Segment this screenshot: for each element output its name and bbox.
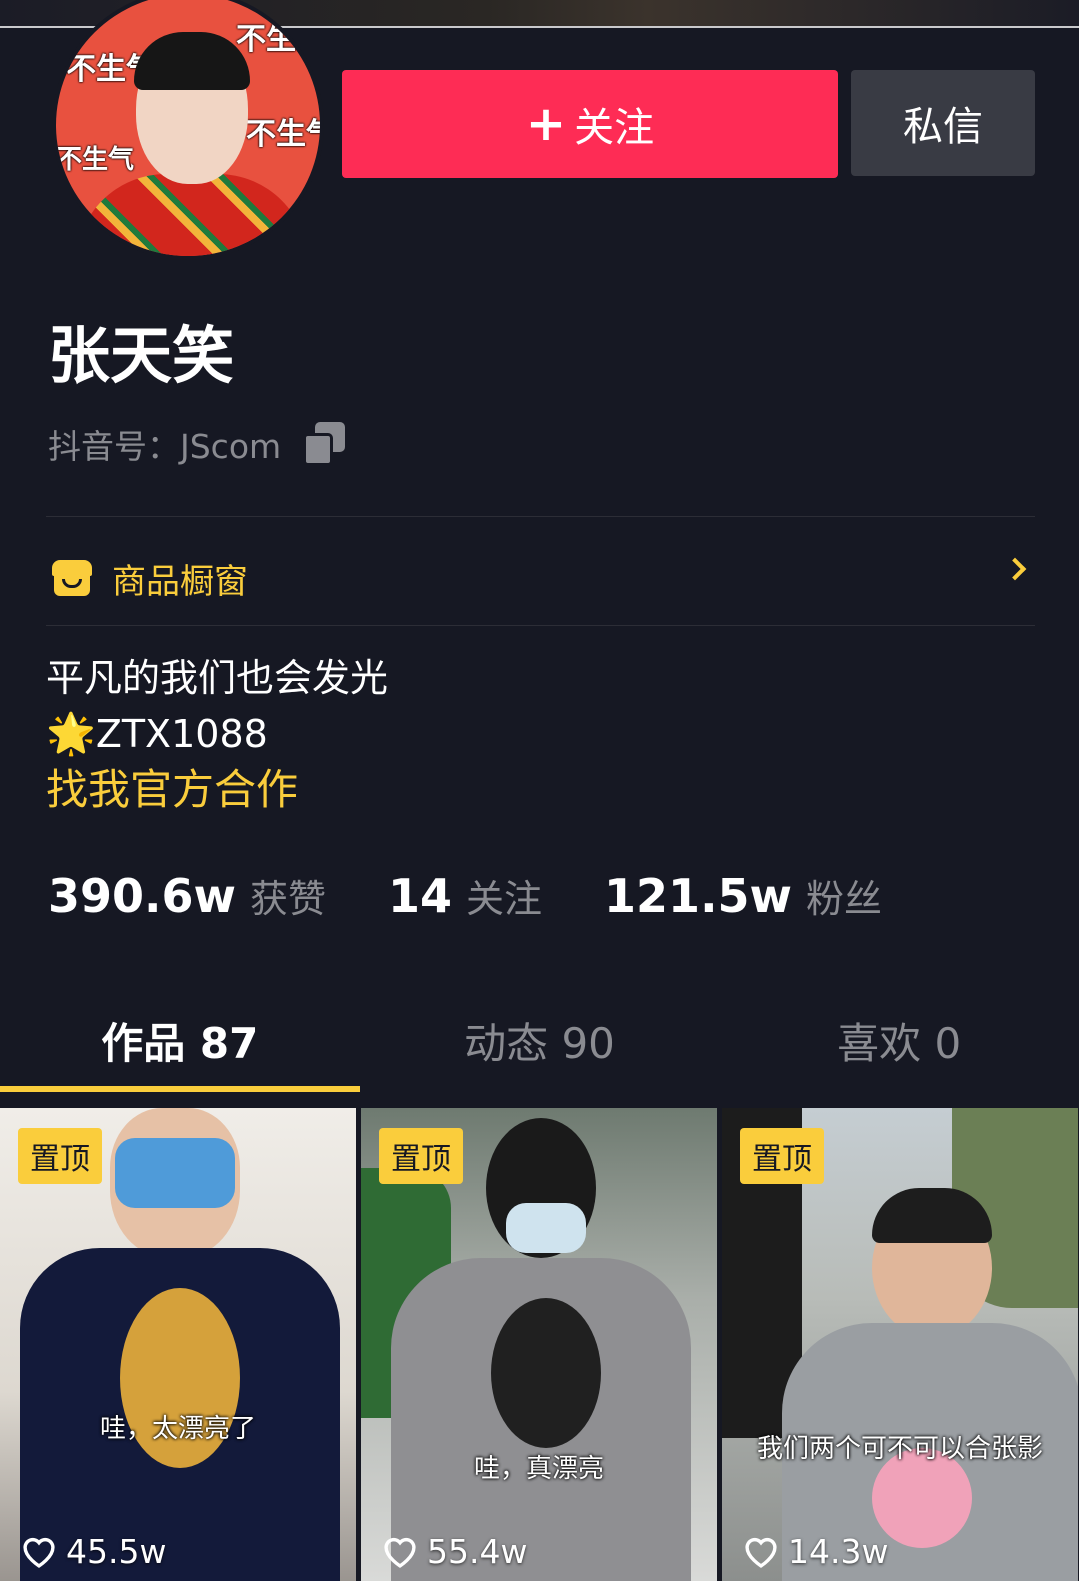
- avatar[interactable]: 不生气 不生气 不生气 不生气: [52, 0, 324, 260]
- stat-number: 390.6w: [48, 869, 236, 923]
- follow-button[interactable]: + 关注: [342, 70, 838, 178]
- video-likes: 55.4w: [381, 1532, 527, 1571]
- video-thumbnail[interactable]: 我们两个可不可以合张影 置顶 14.3w: [722, 1108, 1078, 1581]
- likes-count: 55.4w: [427, 1532, 528, 1571]
- bio-line: 🌟ZTX1088: [46, 706, 388, 762]
- pinned-badge: 置顶: [740, 1128, 824, 1184]
- heart-icon: [384, 1537, 416, 1568]
- thumb-mask: [115, 1138, 235, 1208]
- shop-icon: [52, 560, 92, 596]
- profile-tabs: 作品 87 动态 90 喜欢 0: [0, 990, 1079, 1100]
- video-caption: 哇，真漂亮: [473, 1454, 604, 1484]
- likes-count: 45.5w: [66, 1532, 167, 1571]
- thumb-mickey-print: [491, 1298, 601, 1448]
- bio-line: 平凡的我们也会发光: [46, 656, 389, 700]
- stat-likes: 390.6w 获赞: [48, 868, 326, 923]
- video-caption: 哇，太漂亮了: [99, 1414, 256, 1444]
- chevron-right-icon: [1003, 557, 1027, 581]
- divider: [46, 625, 1035, 626]
- pinned-badge: 置顶: [379, 1128, 463, 1184]
- avatar-text: 不生气: [236, 22, 324, 57]
- avatar-text: 不生气: [246, 117, 320, 152]
- heart-icon: [23, 1537, 55, 1568]
- follow-label: 关注: [574, 105, 655, 151]
- tab-posts[interactable]: 动态 90: [360, 990, 720, 1100]
- heart-icon: [745, 1537, 777, 1568]
- likes-count: 14.3w: [788, 1532, 889, 1571]
- message-label: 私信: [903, 104, 983, 150]
- shop-window-label: 商品橱窗: [112, 561, 248, 602]
- avatar-text: 不生气: [56, 145, 135, 175]
- bio: 平凡的我们也会发光 🌟ZTX1088 找我官方合作: [46, 650, 388, 818]
- thumb-mask: [506, 1203, 586, 1253]
- video-grid: 哇，太漂亮了 置顶 45.5w 哇，真漂亮 置顶 55.4w 我们两个可不可以合…: [0, 1108, 1079, 1581]
- stat-number: 121.5w: [604, 869, 793, 923]
- stats-row: 390.6w 获赞 14 关注 121.5w 粉丝: [48, 868, 944, 923]
- video-caption: 我们两个可不可以合张影: [756, 1434, 1043, 1464]
- message-button[interactable]: 私信: [851, 70, 1035, 176]
- cooperation-link[interactable]: 找我官方合作: [46, 762, 388, 818]
- avatar-hair: [134, 32, 250, 90]
- video-likes: 45.5w: [20, 1532, 166, 1571]
- avatar-shirt: [76, 174, 308, 256]
- stat-following[interactable]: 14 关注: [388, 868, 542, 923]
- stat-followers[interactable]: 121.5w 粉丝: [604, 868, 882, 923]
- star-icon: 🌟: [46, 711, 96, 757]
- profile-name: 张天笑: [48, 319, 235, 392]
- stat-label: 关注: [466, 877, 543, 921]
- pinned-badge: 置顶: [18, 1128, 102, 1184]
- video-thumbnail[interactable]: 哇，真漂亮 置顶 55.4w: [361, 1108, 717, 1581]
- copy-icon[interactable]: [303, 422, 347, 466]
- shop-window-row[interactable]: 商品橱窗: [46, 525, 1035, 631]
- tab-likes[interactable]: 喜欢 0: [719, 990, 1079, 1100]
- stat-label: 获赞: [250, 877, 327, 921]
- video-thumbnail[interactable]: 哇，太漂亮了 置顶 45.5w: [0, 1108, 356, 1581]
- plus-icon: +: [525, 96, 567, 152]
- video-likes: 14.3w: [742, 1532, 888, 1571]
- douyin-id: 抖音号：JScom: [48, 427, 282, 466]
- tab-works[interactable]: 作品 87: [0, 990, 360, 1100]
- stat-label: 粉丝: [806, 877, 883, 921]
- douyin-id-row: 抖音号：JScom: [48, 420, 347, 468]
- bio-code: ZTX1088: [95, 712, 268, 756]
- divider: [46, 516, 1035, 517]
- stat-number: 14: [388, 869, 453, 923]
